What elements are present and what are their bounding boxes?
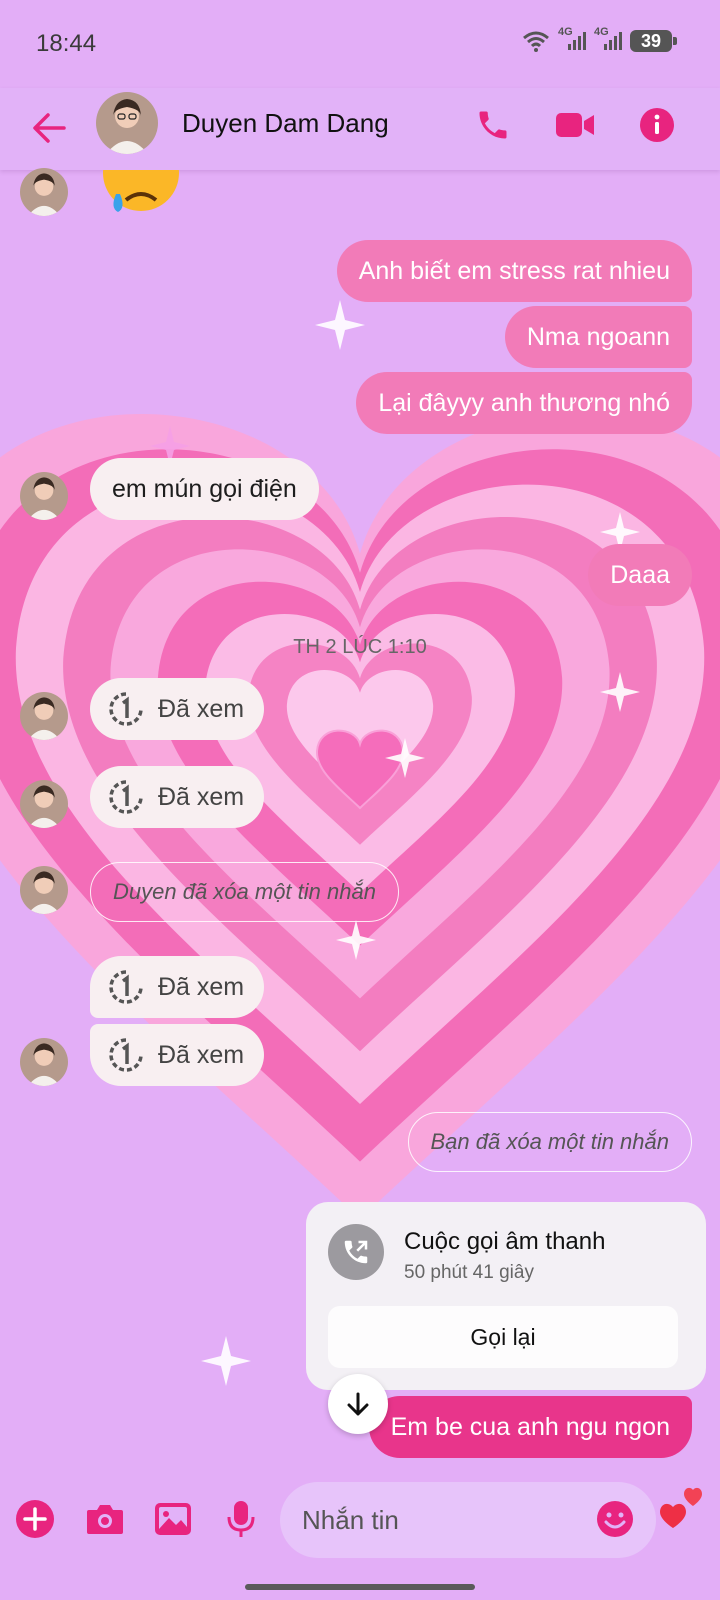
view-once-icon (109, 1038, 143, 1072)
smiley-icon (597, 1501, 633, 1537)
info-icon (640, 108, 674, 142)
emoji-button[interactable] (592, 1496, 638, 1542)
call-back-button[interactable]: Gọi lại (328, 1306, 678, 1368)
call-title: Cuộc gọi âm thanh (404, 1228, 606, 1255)
arrow-down-icon (347, 1392, 369, 1416)
message-timestamp: TH 2 LÚC 1:10 (293, 636, 427, 658)
avatar[interactable] (20, 1038, 68, 1086)
message-bubble-out[interactable]: Anh biết em stress rat nhieu (336, 240, 692, 302)
message-composer (0, 1476, 720, 1566)
chat-header: Duyen Dam Dang (0, 88, 720, 170)
call-summary-card[interactable]: Cuộc gọi âm thanh 50 phút 41 giây Gọi lạ… (306, 1202, 706, 1390)
view-once-icon (109, 692, 143, 726)
deleted-message-out: Bạn đã xóa một tin nhắn (407, 1112, 692, 1172)
call-icon-badge (328, 1224, 384, 1280)
seen-label: Đã xem (158, 972, 245, 1001)
message-bubble-out[interactable]: Nma ngoann (504, 306, 692, 368)
video-call-button[interactable] (552, 102, 598, 148)
deleted-message-in: Duyen đã xóa một tin nhắn (90, 862, 399, 922)
seen-label: Đã xem (158, 694, 245, 723)
contact-name[interactable]: Duyen Dam Dang (182, 108, 389, 139)
phone-icon (479, 111, 507, 139)
camera-icon (87, 1505, 123, 1534)
add-button[interactable] (12, 1496, 58, 1542)
contact-avatar[interactable] (96, 92, 158, 154)
arrow-left-icon (33, 113, 66, 143)
info-button[interactable] (634, 102, 680, 148)
view-once-message[interactable]: Đã xem (90, 1024, 265, 1086)
gallery-button[interactable] (150, 1496, 196, 1542)
avatar[interactable] (20, 780, 68, 828)
wifi-icon (523, 31, 549, 52)
message-bubble-out[interactable]: Daaa (588, 544, 692, 606)
sad-tear-emoji-icon (103, 170, 179, 212)
video-camera-icon (556, 113, 594, 137)
outgoing-call-icon (344, 1240, 368, 1264)
view-once-message[interactable]: Đã xem (90, 956, 265, 1018)
status-time: 18:44 (36, 30, 97, 57)
view-once-message[interactable]: Đã xem (90, 678, 265, 740)
view-once-icon (109, 970, 143, 1004)
avatar[interactable] (20, 692, 68, 740)
avatar[interactable] (20, 168, 68, 216)
hearts-icon (660, 1487, 702, 1528)
scroll-to-bottom-button[interactable] (328, 1374, 388, 1434)
plus-icon (16, 1500, 54, 1538)
voice-call-button[interactable] (470, 102, 516, 148)
battery-icon: 39 (630, 30, 677, 52)
back-button[interactable] (28, 106, 72, 150)
signal-icon-2: 4G (594, 26, 622, 52)
microphone-icon (227, 1501, 255, 1537)
signal-icon: 4G (558, 26, 586, 52)
image-icon (155, 1503, 191, 1535)
call-duration: 50 phút 41 giây (404, 1262, 534, 1283)
message-bubble-out[interactable]: Lại đâyyy anh thương nhó (356, 372, 692, 434)
status-icons: 4G 4G 39 (522, 26, 677, 52)
seen-label: Đã xem (158, 1040, 245, 1069)
camera-button[interactable] (82, 1496, 128, 1542)
status-bar: 18:44 4G 4G 39 (0, 0, 720, 88)
quick-reaction-button[interactable] (656, 1486, 710, 1540)
view-once-message[interactable]: Đã xem (90, 766, 265, 828)
voice-record-button[interactable] (218, 1496, 264, 1542)
message-bubble-out[interactable]: Em be cua anh ngu ngon (368, 1396, 692, 1458)
emoji-message[interactable] (100, 170, 182, 220)
seen-label: Đã xem (158, 782, 245, 811)
message-bubble-in[interactable]: em mún gọi điện (90, 458, 319, 520)
home-indicator[interactable] (245, 1584, 475, 1590)
avatar[interactable] (20, 472, 68, 520)
view-once-icon (109, 780, 143, 814)
avatar[interactable] (20, 866, 68, 914)
